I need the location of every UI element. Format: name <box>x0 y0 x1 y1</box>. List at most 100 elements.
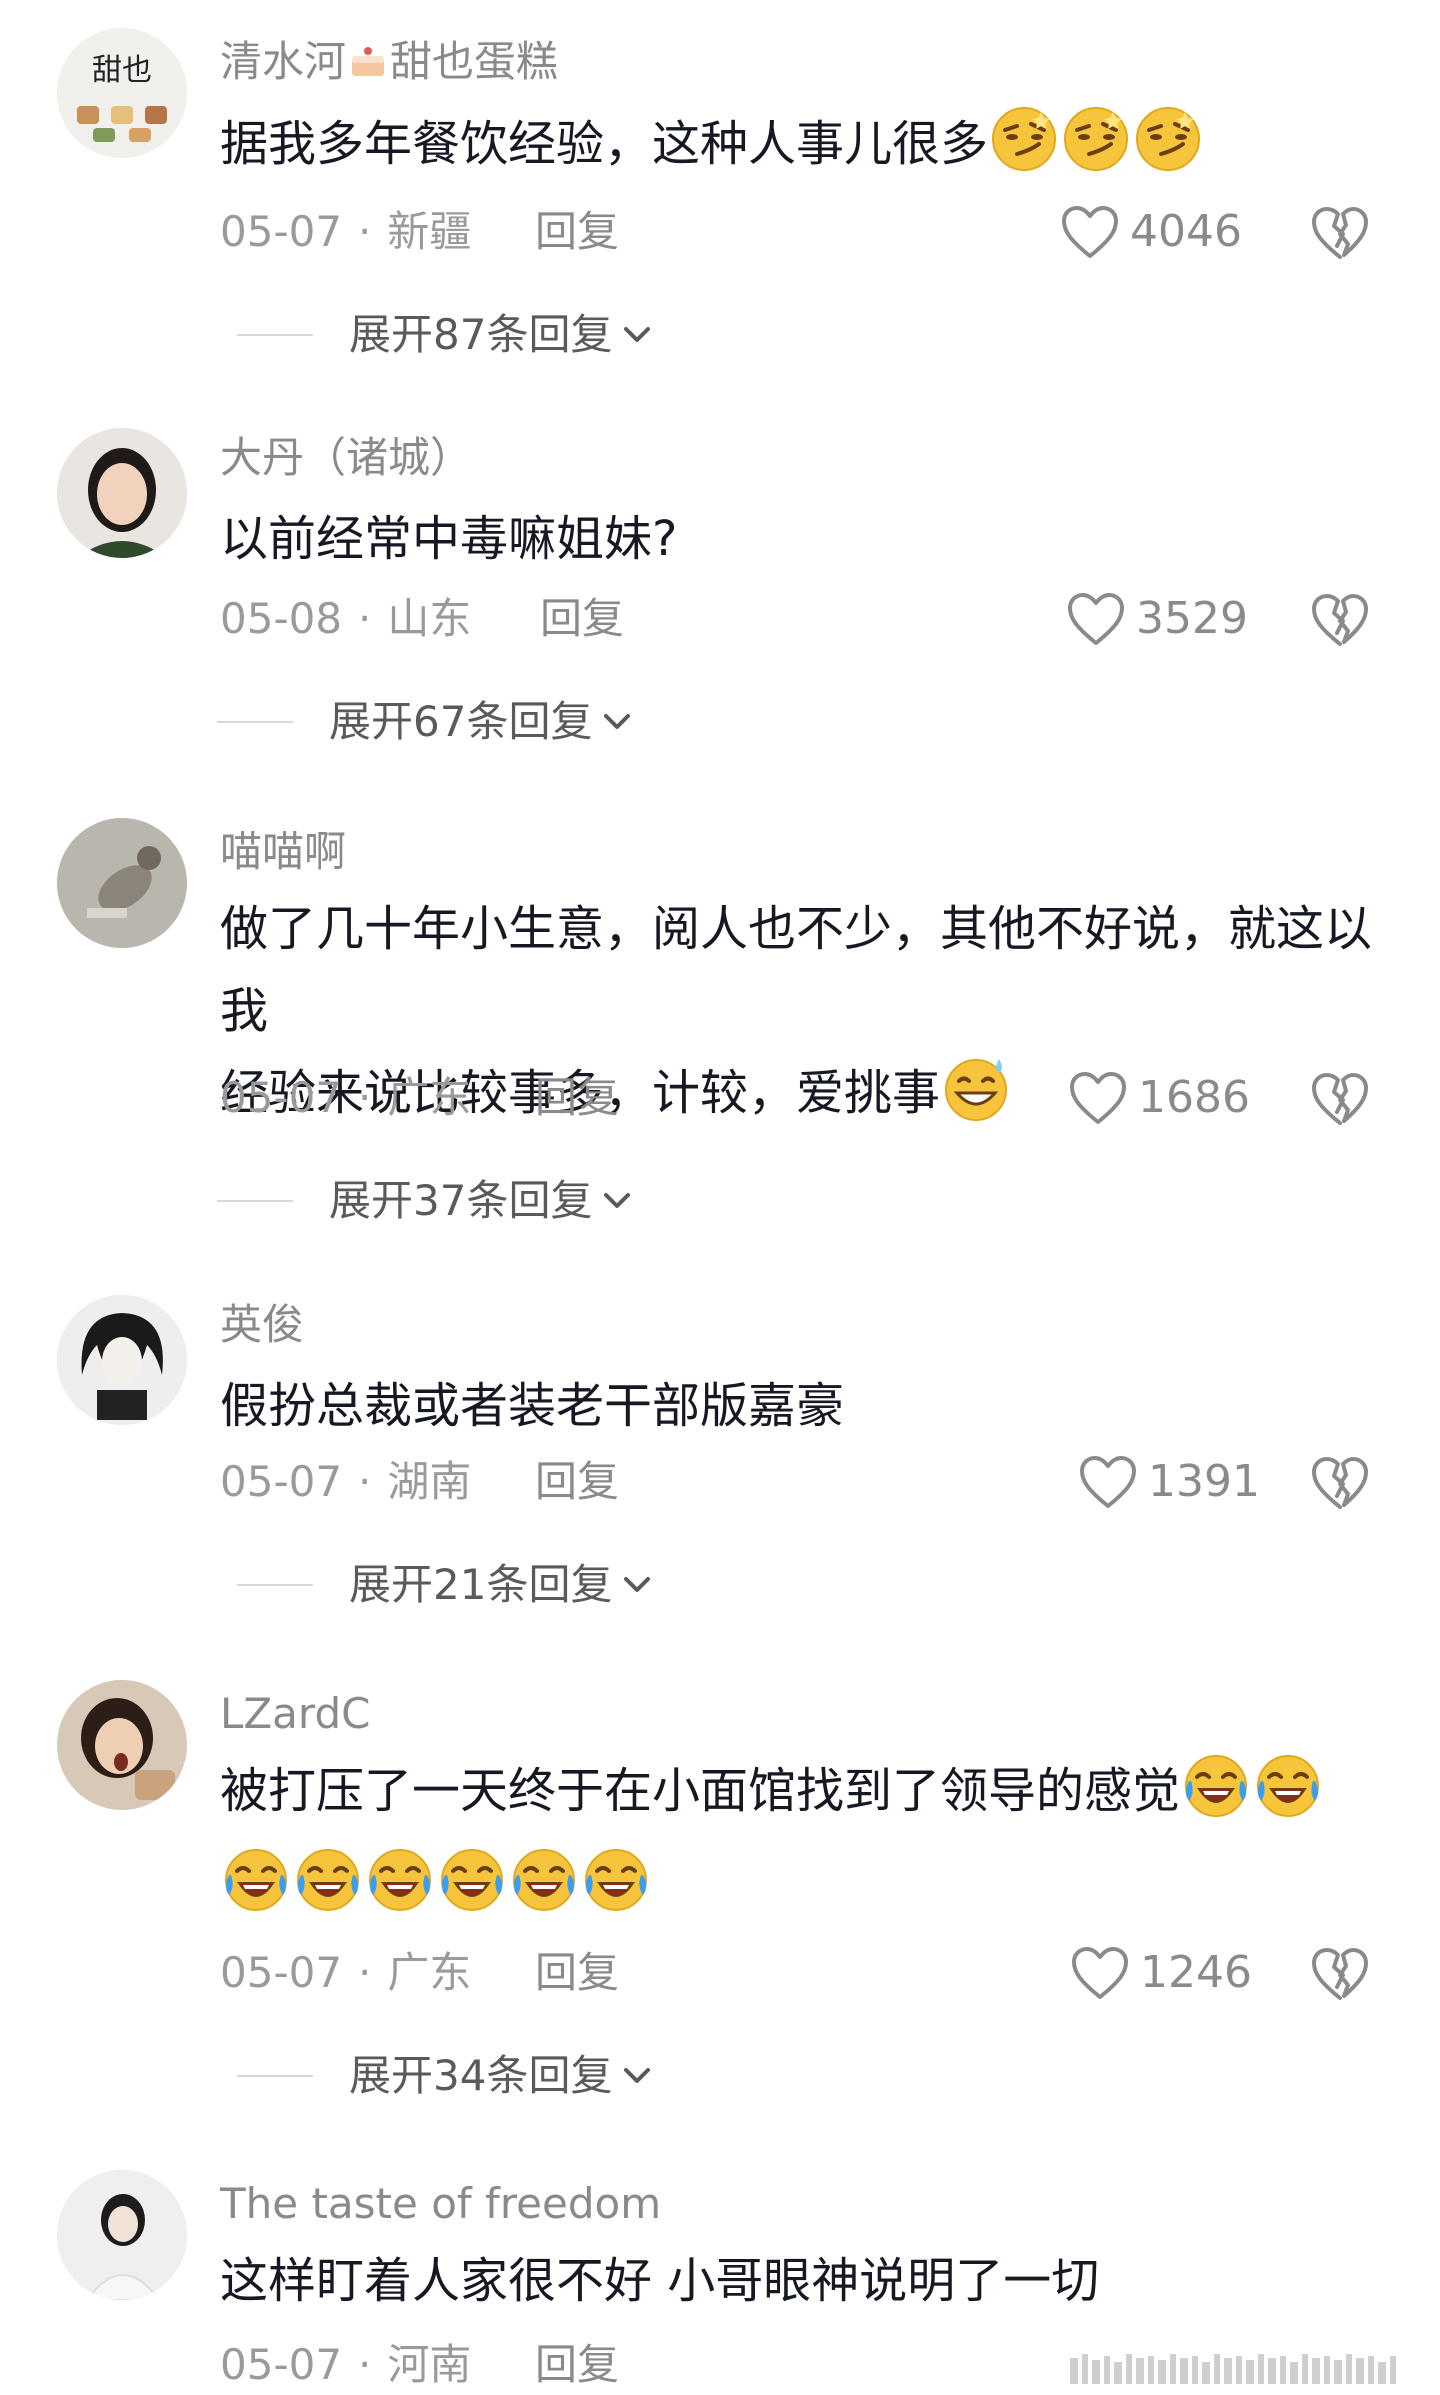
comment-text: 这样盯着人家很不好 小哥眼神说明了一切 <box>220 2253 1100 2309</box>
laughing-crying-emoji <box>581 1845 651 1915</box>
laughing-crying-emoji <box>221 1845 291 1915</box>
comment-text: 据我多年餐饮经验，这种人事儿很多 <box>220 103 1400 185</box>
broken-heart-icon <box>1310 1945 1370 2003</box>
reply-button[interactable]: 回复 <box>535 1068 619 1128</box>
broken-heart-icon <box>1310 204 1370 262</box>
expand-label: 展开21条回复 <box>349 1560 613 1609</box>
expand-label: 展开87条回复 <box>349 310 613 359</box>
comment-date: 05-08 <box>220 594 343 643</box>
username[interactable]: LZardC <box>220 1686 370 1742</box>
chevron-down-icon <box>622 1575 652 1595</box>
like-button[interactable]: 1246 <box>1070 1943 1252 2003</box>
laughing-crying-emoji <box>1181 1751 1251 1821</box>
comment-date: 05-07 <box>220 1457 343 1506</box>
expand-replies-button[interactable]: 展开34条回复 <box>237 2046 652 2106</box>
like-button[interactable]: 1686 <box>1068 1068 1250 1128</box>
username[interactable]: 清水河 甜也蛋糕 <box>220 34 558 90</box>
laughing-crying-emoji <box>365 1845 435 1915</box>
heart-outline-icon <box>1070 1945 1130 2001</box>
comment-location: 广东 <box>387 1073 472 1122</box>
dislike-button[interactable] <box>1310 1070 1370 1144</box>
avatar[interactable] <box>57 2170 187 2300</box>
comment-date: 05-07 <box>220 207 343 256</box>
dislike-button[interactable] <box>1310 204 1370 278</box>
broken-heart-icon <box>1310 1454 1370 1512</box>
username[interactable]: 大丹（诸城） <box>220 430 472 486</box>
expand-replies-button[interactable]: 展开87条回复 <box>237 305 652 365</box>
comment-date: 05-07 <box>220 1948 343 1997</box>
like-count: 1686 <box>1138 1072 1250 1123</box>
like-button[interactable]: 4046 <box>1060 202 1242 262</box>
expand-replies-button[interactable]: 展开21条回复 <box>237 1555 652 1615</box>
comment-text: 以前经常中毒嘛姐妹? <box>220 511 678 567</box>
reply-button[interactable]: 回复 <box>540 589 624 649</box>
username[interactable]: 英俊 <box>220 1297 304 1353</box>
expand-replies-button[interactable]: 展开37条回复 <box>217 1171 632 1231</box>
comment-text: 假扮总裁或者装老干部版嘉豪 <box>220 1378 845 1434</box>
like-count: 3529 <box>1136 593 1248 644</box>
chevron-down-icon <box>622 2066 652 2086</box>
comment-meta: 05-07 · 广东 回复 1686 <box>220 1068 1400 1128</box>
reply-button[interactable]: 回复 <box>535 2335 619 2395</box>
like-count: 1246 <box>1140 1947 1252 1998</box>
comment-location: 新疆 <box>387 207 472 256</box>
comment-text-line: 被打压了一天终于在小面馆找到了领导的感觉 <box>220 1763 1181 1819</box>
reply-button[interactable]: 回复 <box>535 202 619 262</box>
smirk-emoji <box>989 104 1059 174</box>
comment-text: 被打压了一天终于在小面馆找到了领导的感觉 <box>220 1750 1400 1926</box>
laughing-crying-emoji <box>509 1845 579 1915</box>
broken-heart-icon <box>1310 1070 1370 1128</box>
avatar[interactable] <box>57 818 187 948</box>
dislike-button[interactable] <box>1310 1945 1370 2019</box>
comment-meta: 05-07 · 新疆 回复 4046 <box>220 202 1400 262</box>
avatar[interactable] <box>57 1680 187 1810</box>
heart-outline-icon <box>1078 1454 1138 1510</box>
expand-label: 展开37条回复 <box>329 1176 593 1225</box>
like-button[interactable]: 1391 <box>1078 1452 1260 1512</box>
svg-text:甜也: 甜也 <box>92 53 152 88</box>
comment-meta: 05-08 · 山东 回复 3529 <box>220 589 1400 649</box>
divider <box>237 334 313 336</box>
cake-icon <box>346 38 390 82</box>
watermark-logo <box>1070 2352 1400 2392</box>
comment-date: 05-07 <box>220 2340 343 2389</box>
comment-location: 广东 <box>387 1948 472 1997</box>
expand-label: 展开34条回复 <box>349 2051 613 2100</box>
laughing-crying-emoji <box>437 1845 507 1915</box>
chevron-down-icon <box>602 712 632 732</box>
reply-button[interactable]: 回复 <box>535 1452 619 1512</box>
like-button[interactable]: 3529 <box>1066 589 1248 649</box>
divider <box>217 1200 293 1202</box>
divider <box>217 721 293 723</box>
comment-text-line: 做了几十年小生意，阅人也不少，其他不好说，就这以我 <box>220 901 1373 1039</box>
comment-location: 湖南 <box>387 1457 472 1506</box>
laughing-crying-emoji <box>1253 1751 1323 1821</box>
avatar[interactable]: 甜也 <box>57 28 187 158</box>
chevron-down-icon <box>622 325 652 345</box>
username[interactable]: 喵喵啊 <box>220 824 346 880</box>
broken-heart-icon <box>1310 591 1370 649</box>
smirk-emoji <box>1061 104 1131 174</box>
heart-outline-icon <box>1068 1070 1128 1126</box>
heart-outline-icon <box>1066 591 1126 647</box>
comment-meta: 05-07 · 湖南 回复 1391 <box>220 1452 1400 1512</box>
dislike-button[interactable] <box>1310 1454 1370 1528</box>
reply-button[interactable]: 回复 <box>535 1943 619 2003</box>
avatar[interactable] <box>57 428 187 558</box>
comment-location: 山东 <box>387 594 472 643</box>
divider <box>237 2075 313 2077</box>
heart-outline-icon <box>1060 204 1120 260</box>
avatar[interactable] <box>57 1295 187 1425</box>
username[interactable]: The taste of freedom <box>220 2176 661 2232</box>
comment-date: 05-07 <box>220 1073 343 1122</box>
divider <box>237 1584 313 1586</box>
like-count: 4046 <box>1130 206 1242 257</box>
comment-meta: 05-07 · 广东 回复 1246 <box>220 1943 1400 2003</box>
smirk-emoji <box>1133 104 1203 174</box>
expand-replies-button[interactable]: 展开67条回复 <box>217 692 632 752</box>
comment-location: 河南 <box>387 2340 472 2389</box>
laughing-crying-emoji <box>293 1845 363 1915</box>
chevron-down-icon <box>602 1191 632 1211</box>
like-count: 1391 <box>1148 1456 1260 1507</box>
dislike-button[interactable] <box>1310 591 1370 665</box>
